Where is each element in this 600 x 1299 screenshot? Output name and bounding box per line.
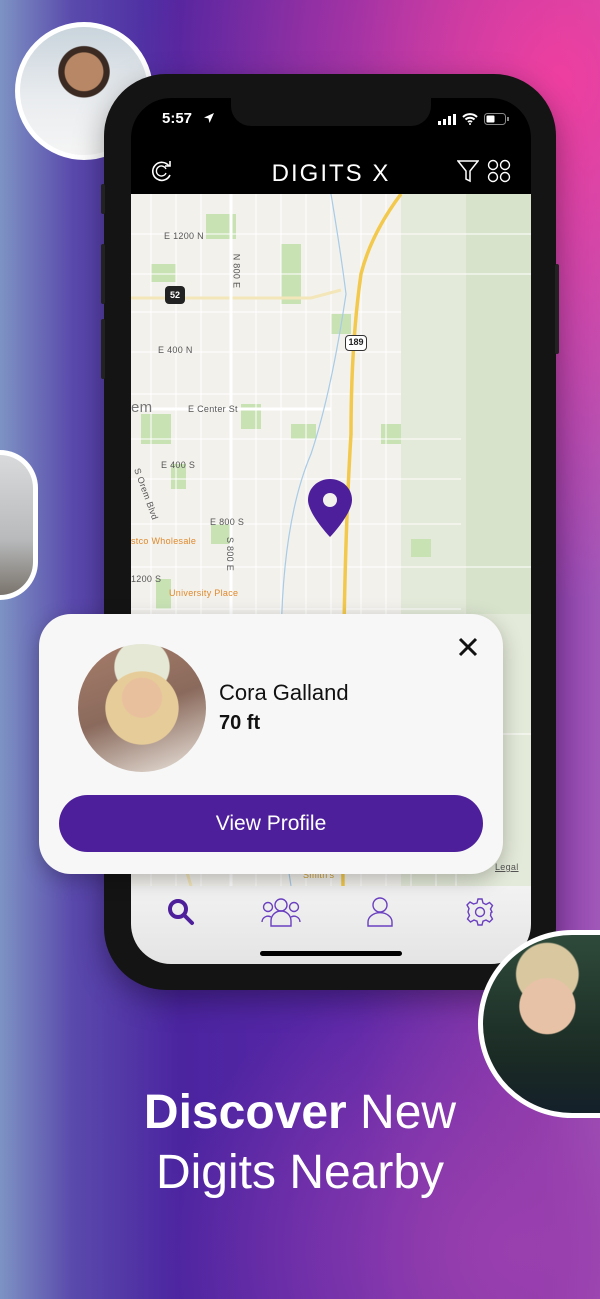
search-icon	[168, 899, 194, 925]
wifi-icon	[462, 113, 478, 125]
map-label: E 1200 N	[164, 231, 204, 241]
view-profile-button[interactable]: View Profile	[59, 795, 483, 852]
phone-side-button	[101, 244, 105, 304]
bottom-tab-bar	[131, 886, 531, 964]
map-label: 1200 S	[131, 574, 162, 584]
map-label: E Center St	[188, 404, 238, 414]
phone-side-button	[101, 319, 105, 379]
status-bar: 5:57	[131, 110, 531, 130]
user-photo-avatar	[0, 450, 38, 600]
marketing-headline: Discover New Digits Nearby	[0, 1083, 600, 1203]
map-label: em	[131, 399, 153, 416]
battery-icon	[484, 113, 509, 125]
tab-search[interactable]	[161, 894, 201, 930]
tab-settings[interactable]	[460, 894, 500, 930]
signal-icon	[438, 113, 456, 125]
status-time: 5:57	[162, 110, 193, 127]
map-label: E 400 N	[158, 345, 193, 355]
location-arrow-icon	[203, 111, 215, 128]
top-nav-bar: DIGITS X	[131, 148, 531, 193]
phone-side-button	[101, 184, 105, 214]
map-label: N 800 E	[231, 253, 242, 289]
map-label: S 800 E	[225, 536, 236, 572]
phone-side-button	[555, 264, 559, 354]
route-shield-52: 52	[165, 286, 185, 304]
gear-icon	[466, 898, 494, 926]
map-label: E 400 S	[161, 460, 196, 470]
profile-photo[interactable]	[78, 644, 206, 772]
map-label: University Place	[169, 588, 239, 598]
home-indicator[interactable]	[260, 951, 402, 956]
groups-icon	[261, 898, 301, 927]
profile-distance: 70 ft	[219, 712, 261, 734]
headline-line1-rest: New	[360, 1086, 457, 1139]
route-shield-189: 189	[345, 335, 367, 351]
tab-groups[interactable]	[259, 894, 303, 930]
map-label: E 800 S	[210, 517, 245, 527]
location-pin-icon[interactable]	[307, 478, 353, 543]
close-icon[interactable]	[455, 634, 481, 660]
profile-name: Cora Galland	[219, 680, 349, 705]
map-legal-link[interactable]: Legal	[495, 862, 519, 872]
filter-icon[interactable]	[456, 159, 480, 188]
grid-icon[interactable]	[487, 159, 511, 188]
map-label: stco Wholesale	[131, 536, 197, 546]
profile-preview-card: Cora Galland 70 ft View Profile	[39, 614, 503, 874]
profile-icon	[367, 897, 393, 927]
headline-line2: Digits Nearby	[155, 1146, 445, 1199]
headline-bold: Discover	[143, 1086, 347, 1139]
tab-profile[interactable]	[360, 894, 400, 930]
